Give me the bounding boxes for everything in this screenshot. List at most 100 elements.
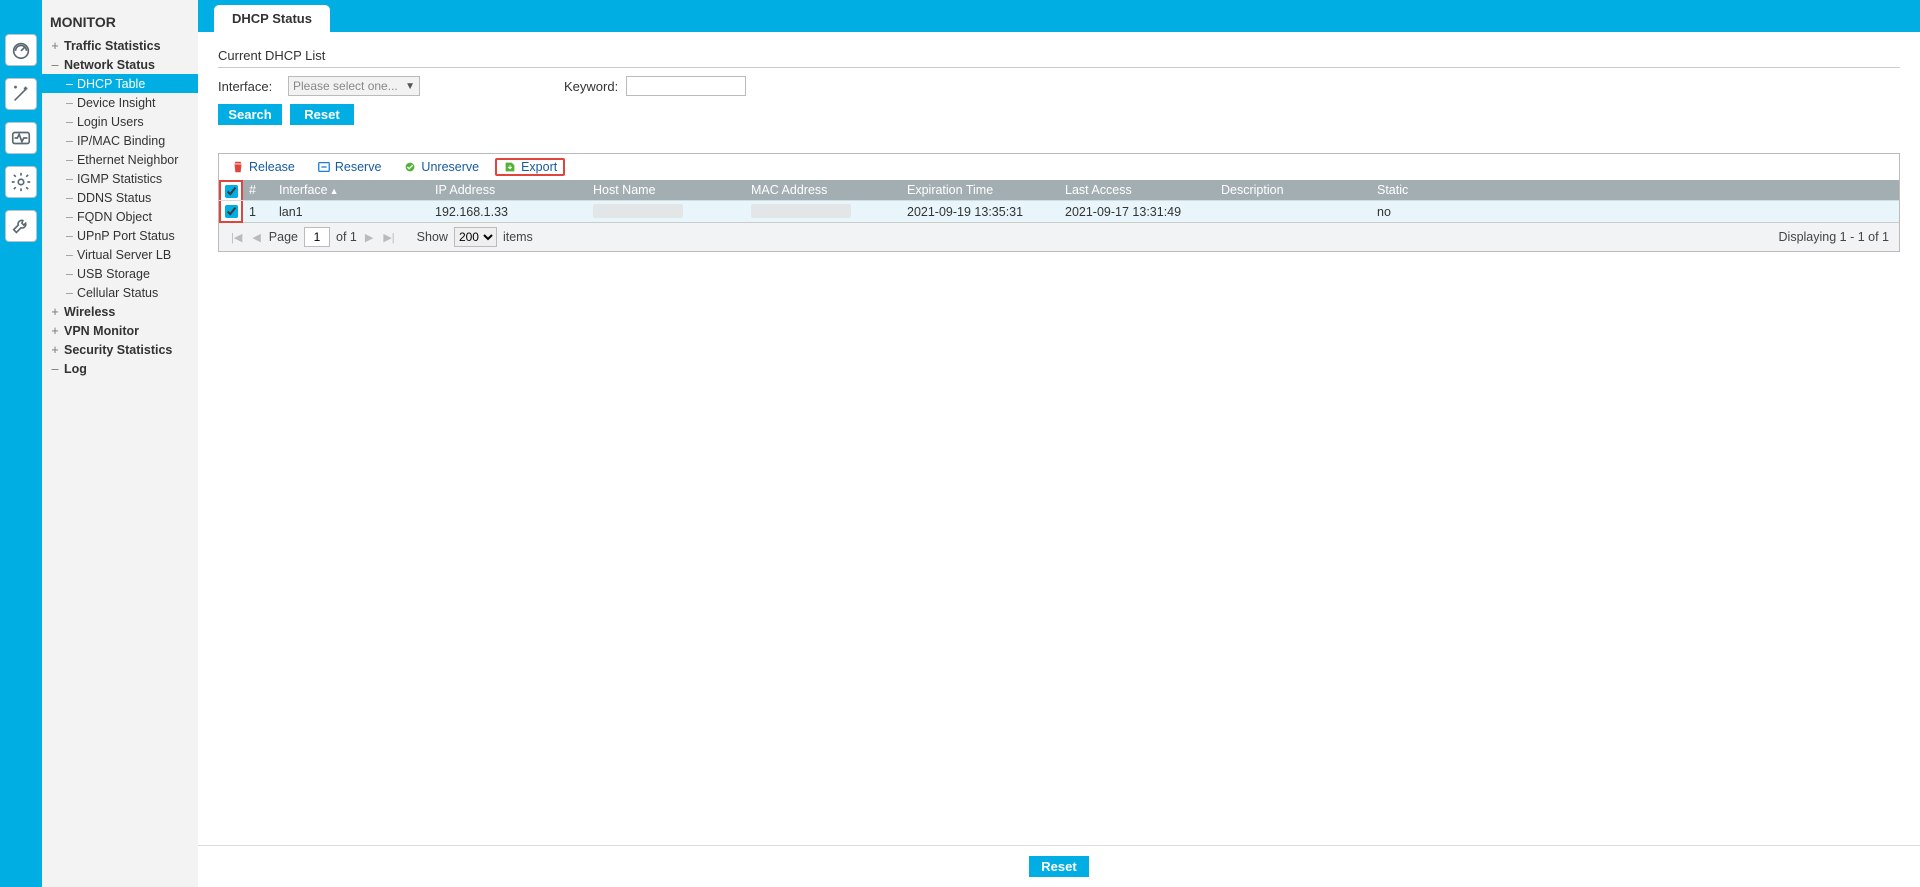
sidebar-item-label: IGMP Statistics — [77, 172, 162, 186]
tab-dhcp-status[interactable]: DHCP Status — [214, 5, 330, 32]
pager-of-label: of 1 — [336, 230, 357, 244]
content: Current DHCP List Interface: Please sele… — [198, 32, 1920, 887]
sidebar-item-dhcp-table[interactable]: –DHCP Table — [42, 74, 198, 93]
sidebar-item-label: Login Users — [77, 115, 144, 129]
tree-expand-icon[interactable]: + — [50, 343, 60, 357]
cell-last: 2021-09-17 13:31:49 — [1059, 205, 1215, 219]
tree-expand-icon[interactable]: – — [50, 58, 60, 72]
cell-ip: 192.168.1.33 — [429, 205, 587, 219]
reserve-action[interactable]: Reserve — [311, 158, 388, 176]
cell-mac — [745, 204, 901, 221]
col-mac[interactable]: MAC Address — [745, 183, 901, 197]
pager-next-icon[interactable]: ▶ — [363, 231, 375, 244]
tree-expand-icon[interactable]: + — [50, 305, 60, 319]
header-checkbox[interactable] — [225, 185, 238, 198]
trash-icon — [231, 160, 245, 174]
sidebar-item-igmp-statistics[interactable]: –IGMP Statistics — [42, 169, 198, 188]
sidebar-item-ip-mac-binding[interactable]: –IP/MAC Binding — [42, 131, 198, 150]
cell-interface: lan1 — [273, 205, 429, 219]
tree-leaf-icon: – — [66, 172, 73, 186]
sidebar-item-login-users[interactable]: –Login Users — [42, 112, 198, 131]
filter-buttons: Search Reset — [218, 104, 1900, 125]
col-desc[interactable]: Description — [1215, 183, 1371, 197]
gear-icon[interactable] — [5, 166, 37, 198]
sidebar-item-traffic-statistics[interactable]: +Traffic Statistics — [42, 36, 198, 55]
cell-static: no — [1371, 205, 1899, 219]
tree-expand-icon[interactable]: + — [50, 324, 60, 338]
main-area: DHCP Status Current DHCP List Interface:… — [198, 0, 1920, 887]
tree-leaf-icon: – — [66, 115, 73, 129]
tree-leaf-icon: – — [66, 267, 73, 281]
redacted-value — [593, 204, 683, 218]
sidebar-title: MONITOR — [42, 10, 198, 36]
col-static[interactable]: Static — [1371, 183, 1899, 197]
filter-row: Interface: Please select one... ▼ Keywor… — [218, 76, 1900, 96]
header-checkbox-cell[interactable] — [219, 180, 243, 200]
sidebar-item-virtual-server-lb[interactable]: –Virtual Server LB — [42, 245, 198, 264]
tree-leaf-icon: – — [66, 153, 73, 167]
sidebar-item-usb-storage[interactable]: –USB Storage — [42, 264, 198, 283]
pager-show-label: Show — [417, 230, 448, 244]
sidebar-item-vpn-monitor[interactable]: +VPN Monitor — [42, 321, 198, 340]
tree-leaf-icon: – — [66, 77, 73, 91]
row-checkbox-cell[interactable] — [219, 201, 243, 223]
tree-leaf-icon: – — [66, 134, 73, 148]
bottom-reset-button[interactable]: Reset — [1029, 856, 1089, 877]
release-action[interactable]: Release — [225, 158, 301, 176]
wand-icon[interactable] — [5, 78, 37, 110]
redacted-value — [751, 204, 851, 218]
tree-leaf-icon: – — [66, 96, 73, 110]
tree-expand-icon[interactable]: – — [50, 362, 60, 376]
sidebar-item-device-insight[interactable]: –Device Insight — [42, 93, 198, 112]
col-ip[interactable]: IP Address — [429, 183, 587, 197]
pager-display-text: Displaying 1 - 1 of 1 — [1779, 230, 1889, 244]
sidebar-item-log[interactable]: –Log — [42, 359, 198, 378]
dashboard-icon[interactable] — [5, 34, 37, 66]
grid-toolbar: Release Reserve Unreserve — [219, 154, 1899, 180]
pager-page-label: Page — [269, 230, 298, 244]
col-num[interactable]: # — [243, 183, 273, 197]
sidebar-item-network-status[interactable]: –Network Status — [42, 55, 198, 74]
keyword-input[interactable] — [626, 76, 746, 96]
tree-expand-icon[interactable]: + — [50, 39, 60, 53]
sidebar-item-upnp-port-status[interactable]: –UPnP Port Status — [42, 226, 198, 245]
sidebar-item-label: DHCP Table — [77, 77, 145, 91]
col-hostname[interactable]: Host Name — [587, 183, 745, 197]
sidebar-item-cellular-status[interactable]: –Cellular Status — [42, 283, 198, 302]
icon-strip — [0, 0, 42, 887]
reset-button[interactable]: Reset — [290, 104, 354, 125]
sidebar: MONITOR +Traffic Statistics–Network Stat… — [42, 0, 198, 887]
sidebar-item-security-statistics[interactable]: +Security Statistics — [42, 340, 198, 359]
chevron-down-icon: ▼ — [405, 81, 415, 92]
pager-last-icon[interactable]: ▶| — [381, 231, 396, 244]
table-row[interactable]: 1lan1192.168.1.332021-09-19 13:35:312021… — [219, 200, 1899, 222]
unreserve-action[interactable]: Unreserve — [397, 158, 485, 176]
activity-icon[interactable] — [5, 122, 37, 154]
sidebar-item-ddns-status[interactable]: –DDNS Status — [42, 188, 198, 207]
sidebar-item-fqdn-object[interactable]: –FQDN Object — [42, 207, 198, 226]
tools-icon[interactable] — [5, 210, 37, 242]
col-interface[interactable]: Interface▲ — [273, 183, 429, 197]
keyword-label: Keyword: — [564, 79, 618, 94]
sidebar-item-ethernet-neighbor[interactable]: –Ethernet Neighbor — [42, 150, 198, 169]
interface-select-text: Please select one... — [293, 79, 398, 93]
pager-items-label: items — [503, 230, 533, 244]
interface-select[interactable]: Please select one... ▼ — [288, 76, 420, 96]
sidebar-item-wireless[interactable]: +Wireless — [42, 302, 198, 321]
pager-first-icon[interactable]: |◀ — [229, 231, 244, 244]
sidebar-item-label: FQDN Object — [77, 210, 152, 224]
tree-leaf-icon: – — [66, 210, 73, 224]
pager-pagesize-select[interactable]: 50100200500 — [454, 227, 497, 247]
tree-leaf-icon: – — [66, 286, 73, 300]
col-exp[interactable]: Expiration Time — [901, 183, 1059, 197]
grid-header: # Interface▲ IP Address Host Name MAC Ad… — [219, 180, 1899, 200]
section-title: Current DHCP List — [218, 48, 1900, 68]
export-action[interactable]: Export — [495, 158, 565, 176]
row-checkbox[interactable] — [225, 205, 238, 218]
cell-num: 1 — [243, 205, 273, 219]
pager-page-input[interactable] — [304, 227, 330, 247]
col-last[interactable]: Last Access — [1059, 183, 1215, 197]
pager-prev-icon[interactable]: ◀ — [250, 231, 262, 244]
search-button[interactable]: Search — [218, 104, 282, 125]
sort-asc-icon: ▲ — [330, 186, 339, 196]
